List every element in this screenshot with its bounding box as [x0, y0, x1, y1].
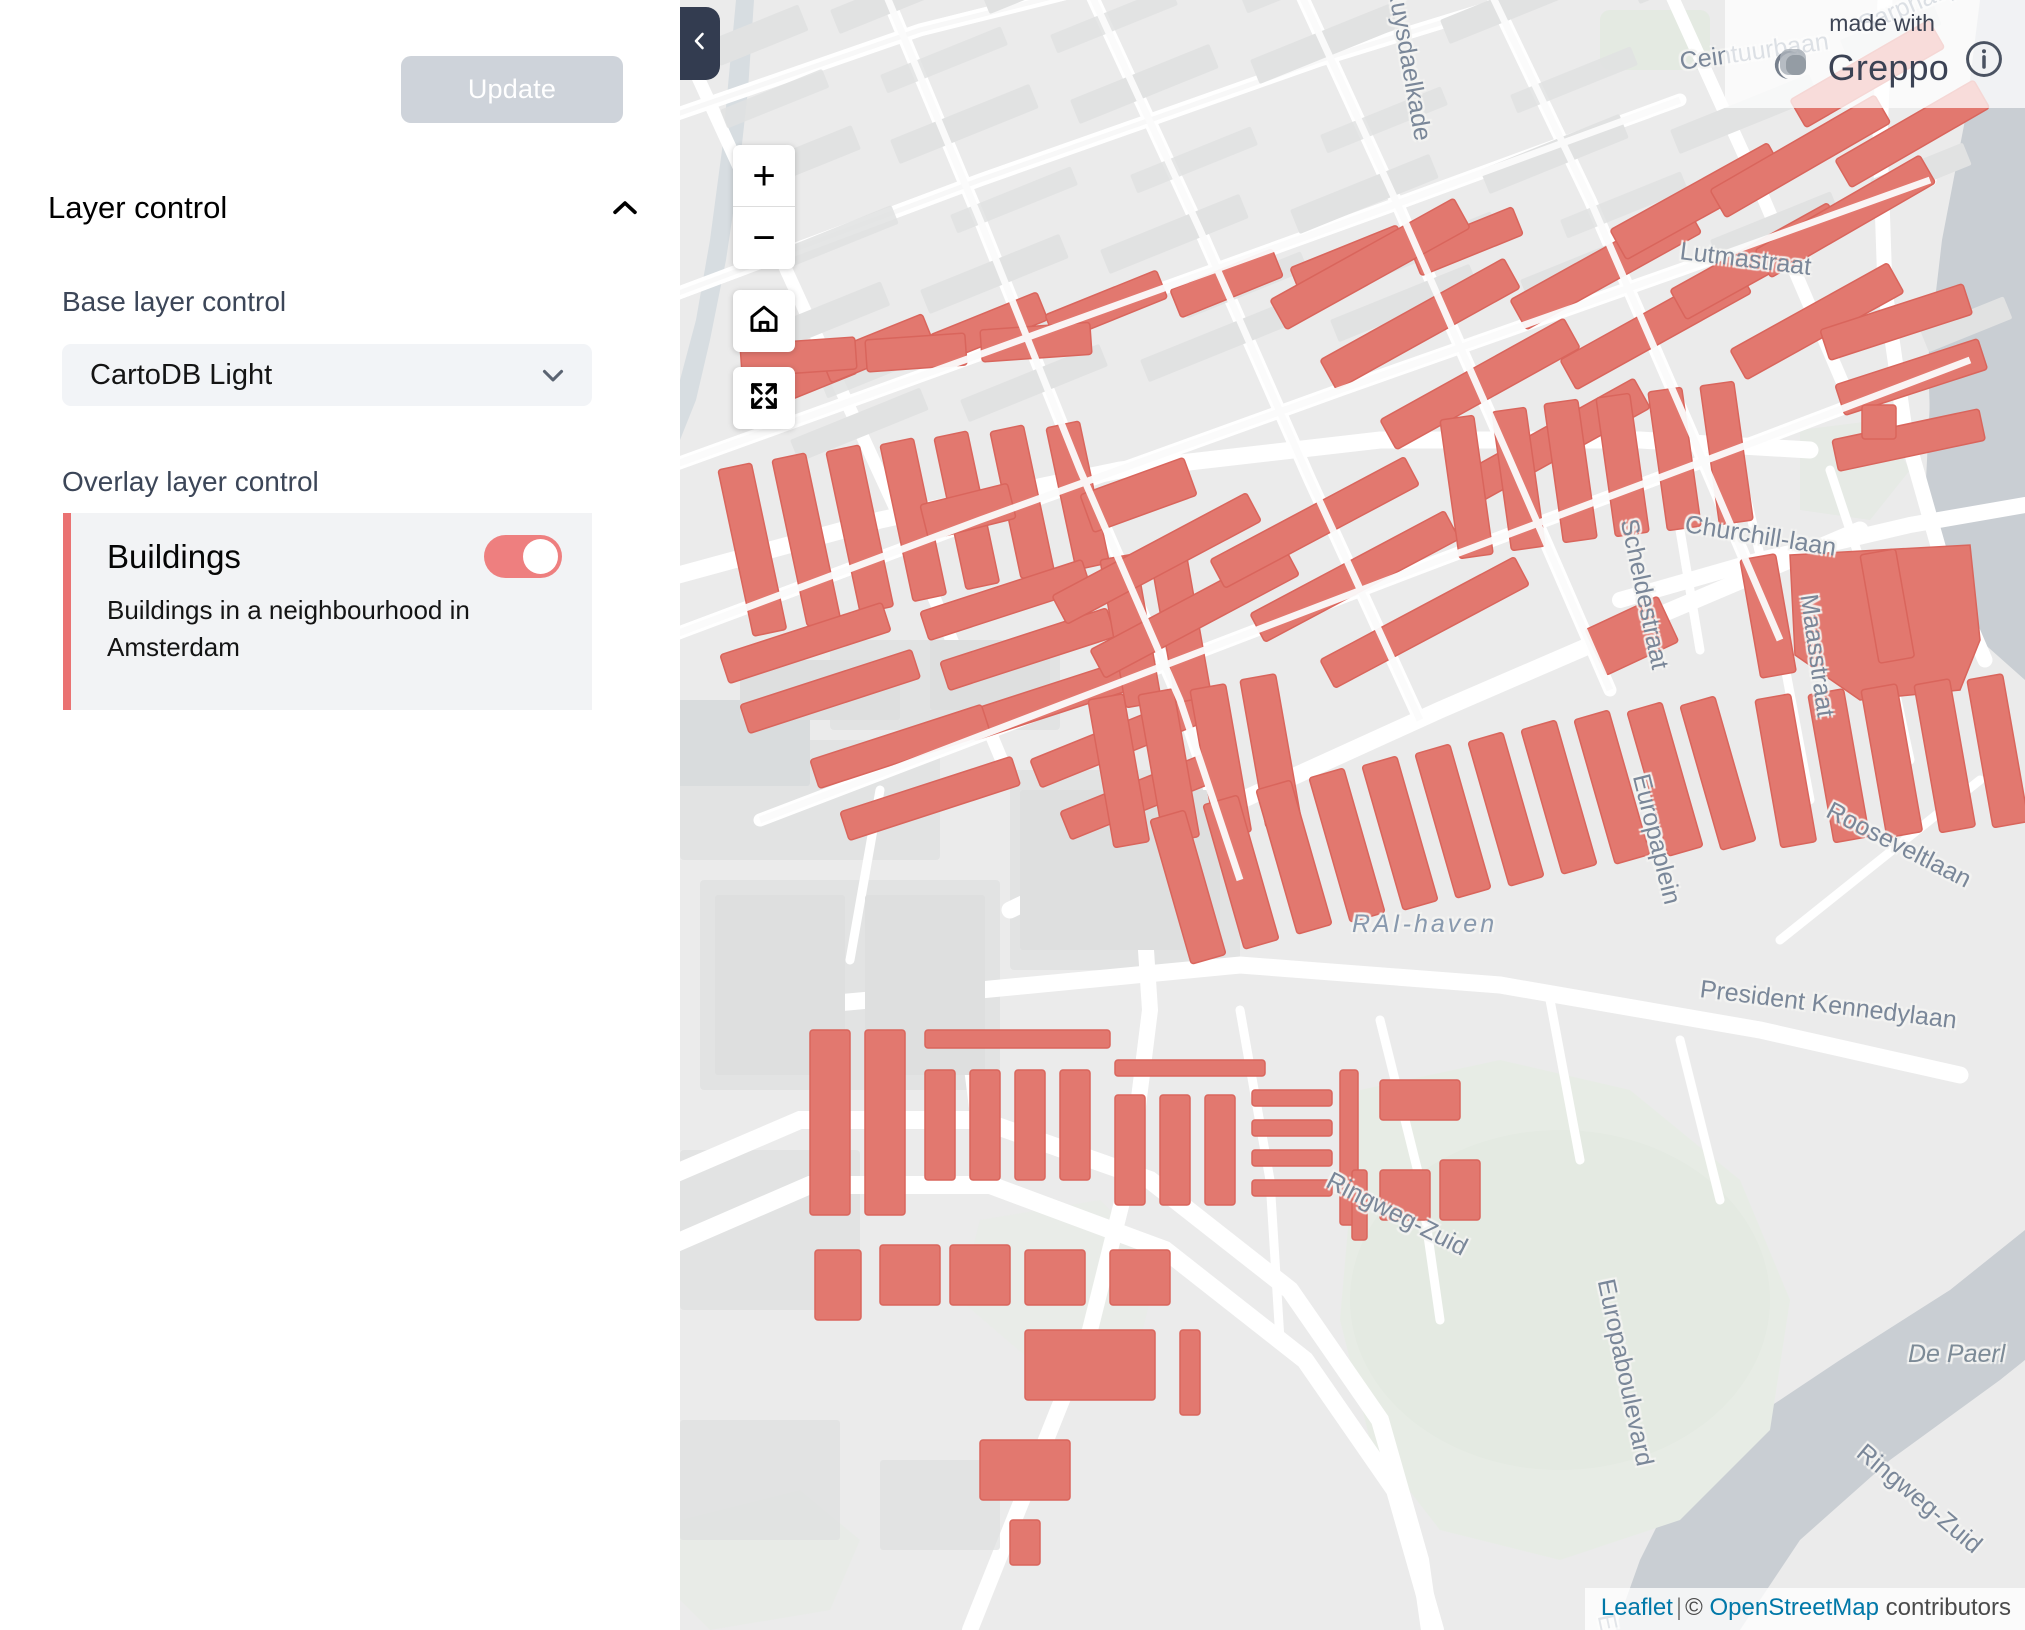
zoom-in-button[interactable]: + — [733, 145, 795, 207]
base-layer-control-label: Base layer control — [62, 286, 286, 318]
map-viewport[interactable]: CeintuurbaanSarphatiparkvan WoustraatLut… — [680, 0, 2025, 1630]
greppo-row: Greppo — [1725, 41, 2001, 94]
overlay-item-header: Buildings — [107, 535, 562, 578]
attribution-separator: | — [1673, 1594, 1685, 1621]
layer-control-header[interactable]: Layer control — [48, 190, 642, 226]
zoom-out-label: − — [752, 218, 775, 258]
made-with-label: made with — [1725, 10, 2001, 37]
greppo-app: Update Layer control Base layer control … — [0, 0, 2025, 1630]
overlay-item-description: Buildings in a neighbourhood in Amsterda… — [107, 592, 537, 666]
greppo-branding: made with Greppo — [1725, 0, 2025, 108]
chevron-down-icon[interactable] — [536, 358, 570, 392]
update-button[interactable]: Update — [401, 56, 623, 123]
fullscreen-expand-icon — [747, 379, 781, 418]
home-button[interactable] — [733, 290, 795, 352]
greppo-logo-icon — [1766, 41, 1814, 94]
chevron-left-icon — [688, 29, 712, 58]
leaflet-link[interactable]: Leaflet — [1601, 1594, 1673, 1621]
zoom-control-group[interactable]: + − — [733, 145, 795, 269]
toggle-knob — [523, 539, 558, 574]
map-tiles — [680, 0, 2025, 1630]
collapse-sidebar-button[interactable] — [680, 7, 720, 80]
copyright-symbol: © — [1685, 1594, 1703, 1621]
overlay-layer-control-label: Overlay layer control — [62, 466, 319, 498]
base-layer-selected-value: CartoDB Light — [90, 359, 272, 392]
openstreetmap-link[interactable]: OpenStreetMap — [1710, 1594, 1879, 1621]
layer-control-title: Layer control — [48, 190, 227, 226]
contributors-label: contributors — [1886, 1594, 2011, 1621]
map-attribution: Leaflet|© OpenStreetMap contributors — [1585, 1588, 2025, 1630]
sidebar-panel: Update Layer control Base layer control … — [0, 0, 680, 1630]
greppo-product-name: Greppo — [1828, 47, 1949, 89]
overlay-item-title: Buildings — [107, 538, 241, 576]
overlay-item-toggle[interactable] — [484, 535, 562, 578]
home-icon — [747, 302, 781, 341]
chevron-up-icon[interactable] — [608, 191, 642, 225]
overlay-layer-item-buildings: Buildings Buildings in a neighbourhood i… — [63, 513, 592, 710]
base-layer-select[interactable]: CartoDB Light — [62, 344, 592, 406]
zoom-out-button[interactable]: − — [733, 207, 795, 269]
info-circle-icon[interactable] — [1963, 38, 2005, 85]
zoom-in-label: + — [752, 156, 775, 196]
home-control-group[interactable] — [733, 290, 795, 352]
fullscreen-control-group[interactable] — [733, 367, 795, 429]
update-button-row: Update — [401, 56, 623, 123]
fullscreen-button[interactable] — [733, 367, 795, 429]
